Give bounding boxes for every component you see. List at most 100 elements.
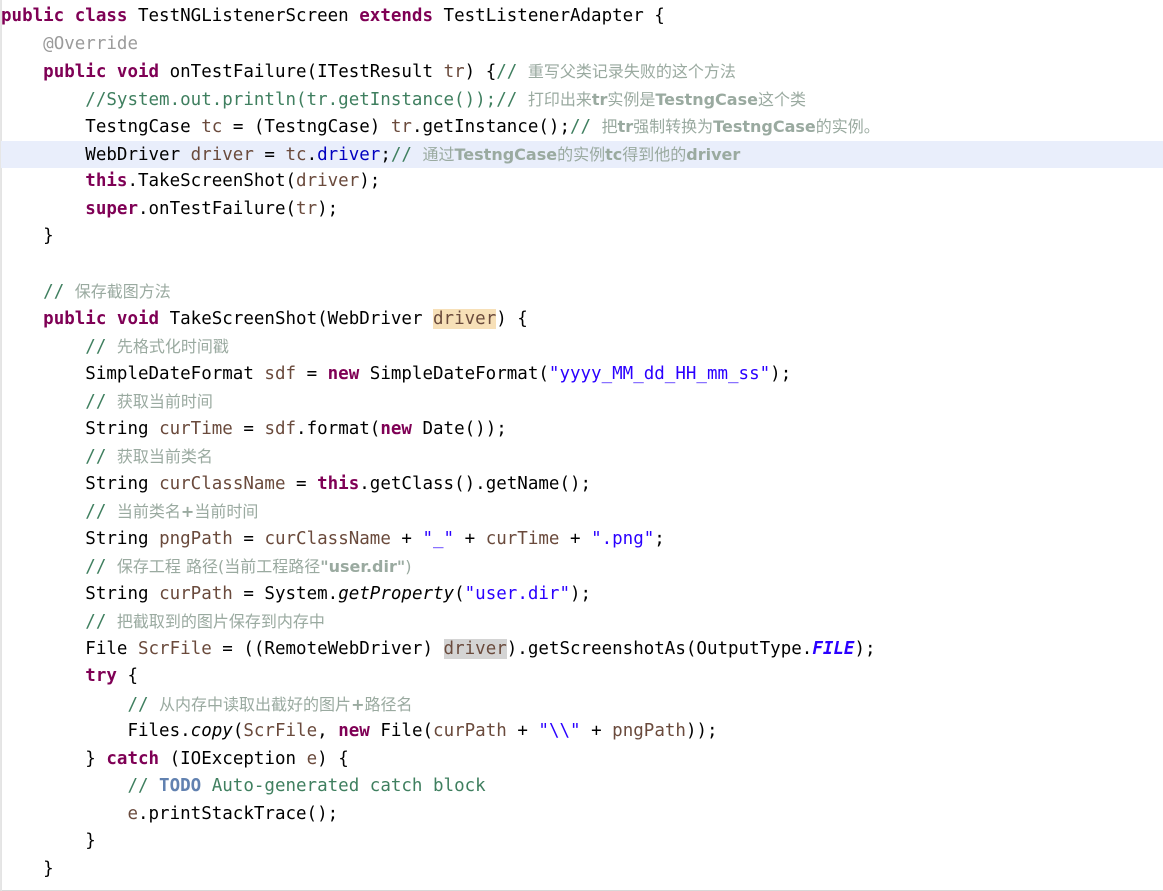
code-token: new [380, 418, 412, 439]
code-token: curClassName [159, 473, 286, 494]
code-token: Date()); [411, 418, 507, 439]
code-token: .getInstance(); [411, 117, 570, 137]
code-token: } [85, 831, 96, 851]
code-token: TestngCase [655, 89, 758, 109]
code-token: e [306, 748, 318, 769]
code-token: TestNGListenerScreen [127, 6, 360, 26]
code-line[interactable]: e.printStackTrace(); [1, 801, 1163, 829]
code-token: tr [390, 117, 412, 137]
code-token: TODO [159, 776, 202, 796]
code-line[interactable]: public void onTestFailure(ITestResult tr… [1, 58, 1163, 86]
code-token: TakeScreenShot(WebDriver [159, 308, 434, 329]
code-token: // [85, 502, 117, 522]
code-token: + [180, 502, 195, 521]
code-token: // [85, 447, 117, 467]
code-line[interactable]: // 获取当前类名 [1, 443, 1163, 471]
code-line[interactable]: @Override [1, 31, 1163, 59]
code-token: Auto-generated catch block [201, 776, 486, 796]
code-token: .format( [296, 418, 381, 439]
code-line[interactable]: TestngCase tc = (TestngCase) tr.getInsta… [1, 113, 1163, 141]
code-line[interactable]: SimpleDateFormat sdf = new SimpleDateFor… [1, 361, 1163, 389]
code-line[interactable]: String curClassName = this.getClass().ge… [1, 471, 1163, 499]
code-token: . [306, 144, 318, 165]
source-code-area[interactable]: public class TestNGListenerScreen extend… [1, 0, 1163, 883]
code-line[interactable]: String curPath = System.getProperty("use… [1, 581, 1163, 609]
code-token: driver [296, 171, 360, 191]
code-token: 的实例 [557, 144, 606, 164]
code-token: String [85, 473, 160, 494]
code-line[interactable]: //System.out.println(tr.getInstance());/… [1, 86, 1163, 114]
code-line[interactable]: // 获取当前时间 [1, 388, 1163, 416]
code-line[interactable]: Files.copy(ScrFile, new File(curPath + "… [1, 718, 1163, 746]
code-line[interactable]: public void TakeScreenShot(WebDriver dri… [1, 306, 1163, 334]
code-token: driver [317, 144, 381, 165]
code-token: @Override [43, 33, 138, 54]
code-line[interactable]: } catch (IOException e) { [1, 746, 1163, 774]
code-token: TestngCase [85, 117, 202, 137]
code-line[interactable]: // 把截取到的图片保存到内存中 [1, 608, 1163, 636]
code-token: new [338, 721, 370, 741]
code-token: this [317, 473, 360, 494]
code-line[interactable]: // 从内存中读取出截好的图片+路径名 [1, 691, 1163, 719]
code-token: TestListenerAdapter { [433, 6, 665, 26]
code-token: extends [359, 6, 434, 26]
code-token: class [74, 6, 128, 26]
code-line[interactable]: // 保存截图方法 [1, 278, 1163, 306]
code-token: public [43, 308, 107, 329]
code-token: curPath [159, 583, 233, 604]
code-token: ); [359, 171, 381, 191]
code-line[interactable]: this.TakeScreenShot(driver); [1, 168, 1163, 196]
code-line[interactable] [1, 251, 1163, 279]
code-token: public [43, 62, 107, 82]
code-token: 通过 [422, 144, 455, 164]
code-token: "\\" [538, 721, 581, 741]
code-line[interactable]: File ScrFile = ((RemoteWebDriver) driver… [1, 636, 1163, 664]
code-line[interactable]: String pngPath = curClassName + "_" + cu… [1, 526, 1163, 554]
code-line[interactable]: WebDriver driver = tc.driver;// 通过Testng… [1, 140, 1163, 168]
code-line[interactable]: } [1, 828, 1163, 856]
code-line[interactable]: // TODO Auto-generated catch block [1, 773, 1163, 801]
code-token: 当前类名 [116, 502, 181, 521]
code-token: TestngCase [713, 117, 816, 136]
code-token: = System. [232, 583, 339, 604]
code-token: // [390, 144, 423, 165]
code-line[interactable]: // 保存工程 路径(当前工程路径"user.dir") [1, 553, 1163, 581]
code-token: String [85, 418, 160, 439]
code-token: "user.dir" [464, 583, 570, 604]
code-editor[interactable]: public class TestNGListenerScreen extend… [0, 0, 1163, 891]
code-line[interactable]: } [1, 223, 1163, 251]
code-token: 先格式化时间戳 [116, 337, 229, 356]
code-token: tc [285, 144, 307, 165]
code-token: } [43, 226, 54, 246]
code-line[interactable]: // 当前类名+当前时间 [1, 498, 1163, 526]
code-token: driver [190, 144, 254, 165]
code-token: driver [686, 144, 741, 164]
code-line[interactable]: public class TestNGListenerScreen extend… [1, 3, 1163, 31]
code-line[interactable]: } [1, 856, 1163, 884]
code-token: // [569, 117, 602, 137]
code-token: + [390, 528, 423, 549]
code-token: String [85, 583, 160, 604]
code-line[interactable]: try { [1, 663, 1163, 691]
code-token: tr [591, 89, 608, 109]
code-line[interactable]: super.onTestFailure(tr); [1, 196, 1163, 224]
code-token: curPath [433, 721, 507, 741]
code-token: Files. [127, 721, 191, 741]
code-line[interactable]: String curTime = sdf.format(new Date()); [1, 416, 1163, 444]
code-token: sdf [264, 418, 297, 439]
code-token: this [85, 171, 128, 191]
code-token: pngPath [612, 721, 686, 741]
code-line[interactable]: // 先格式化时间戳 [1, 333, 1163, 361]
